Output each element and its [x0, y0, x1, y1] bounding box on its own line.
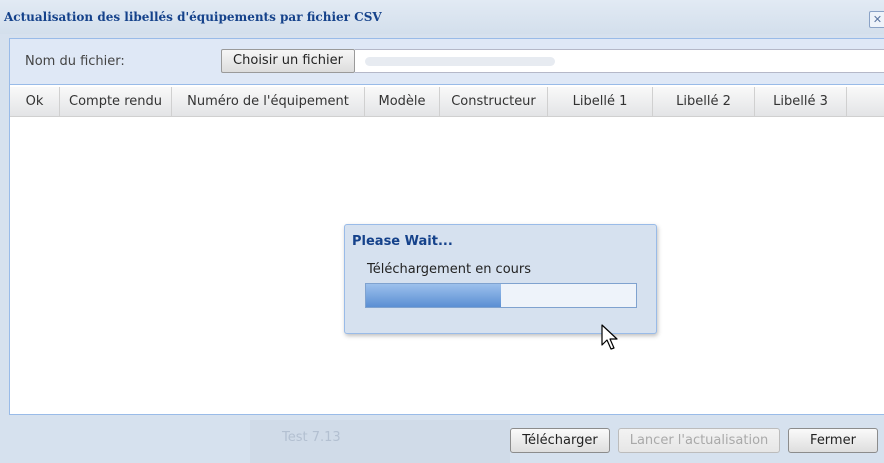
upload-progress-bar [365, 283, 637, 308]
please-wait-dialog: Please Wait... Téléchargement en cours [344, 224, 657, 334]
wait-dialog-title: Please Wait... [352, 234, 453, 249]
progress-fill [366, 284, 501, 307]
wait-dialog-message: Téléchargement en cours [367, 262, 532, 277]
mouse-pointer-icon [601, 324, 618, 350]
modal-overlay: Please Wait... Téléchargement en cours [0, 0, 884, 463]
